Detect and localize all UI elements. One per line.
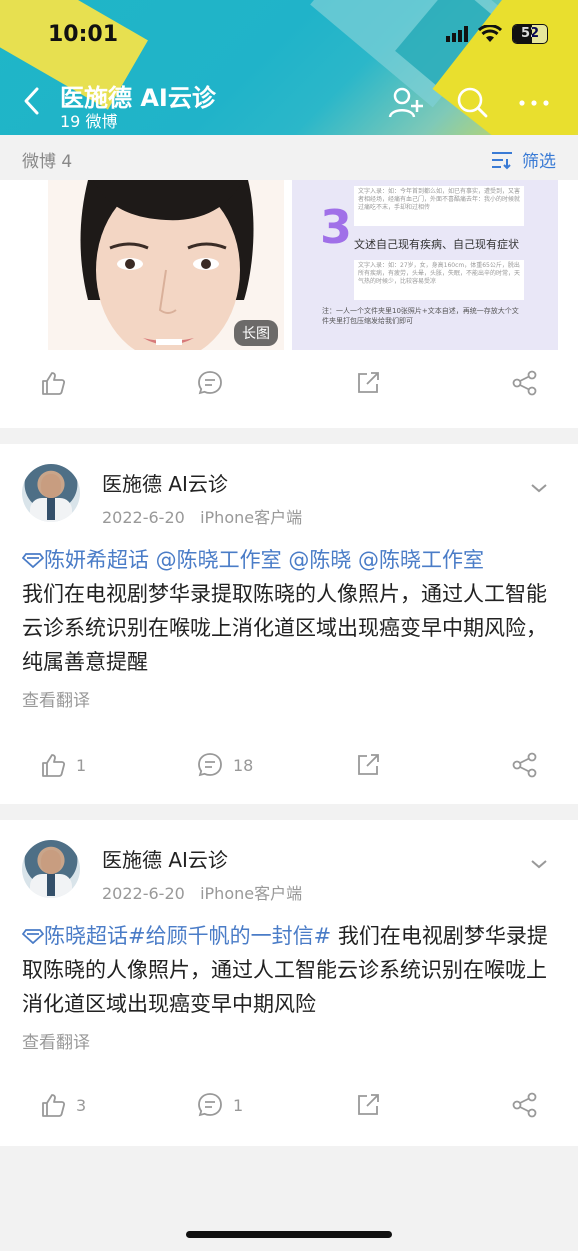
comment-icon (198, 371, 222, 395)
weibo-count: 微博 4 (22, 152, 73, 172)
post-date: 2022-6-20 (102, 508, 185, 527)
doc-heading: 文述自己现有疾病、自己现有症状 (354, 238, 519, 251)
wifi-icon (478, 25, 502, 42)
post-source: iPhone客户端 (200, 508, 303, 527)
comment-icon (198, 1093, 222, 1117)
doc-number: 3 (320, 200, 353, 254)
topic-links[interactable]: 陈妍希超话 @陈晓工作室 @陈晓 @陈晓工作室 (44, 548, 484, 572)
repost-button[interactable] (355, 1092, 381, 1118)
chevron-down-icon[interactable] (530, 858, 548, 870)
chevron-down-icon[interactable] (530, 482, 548, 494)
more-icon[interactable] (516, 86, 552, 120)
post-count: 19 微博 (60, 112, 118, 131)
supertopic-icon (21, 929, 45, 945)
top-header: 10:01 52 医施德 AI云诊 19 微博 (0, 0, 578, 135)
filter-button[interactable]: 筛选 (490, 147, 556, 172)
topic-links[interactable]: 陈晓超话#给顾千帆的一封信# (44, 924, 331, 948)
post-body: 陈妍希超话 @陈晓工作室 @陈晓 @陈晓工作室我们在电视剧梦华录提取陈晓的人像照… (21, 543, 558, 679)
signal-icon (446, 26, 468, 42)
filter-icon (492, 151, 512, 169)
comment-icon (198, 753, 222, 777)
comment-button[interactable]: 18 (197, 752, 253, 778)
battery-icon: 52 (512, 24, 548, 44)
post-source: iPhone客户端 (200, 884, 303, 903)
post-body: 陈晓超话#给顾千帆的一封信# 我们在电视剧梦华录提取陈晓的人像照片，通过人工智能… (21, 919, 558, 1021)
like-count: 1 (76, 755, 87, 775)
long-image-badge: 长图 (234, 320, 278, 346)
post-date: 2022-6-20 (102, 884, 185, 903)
doc-text-box: 文字入录：如：今年首到都么如，如已有事实，遭受到，又害者相经场，经痛有血己门，外… (354, 186, 524, 226)
like-count: 3 (76, 1095, 87, 1115)
post-text: 我们在电视剧梦华录提取陈晓的人像照片，通过人工智能云诊系统识别在喉咙上消化道区域… (22, 582, 547, 674)
share-button[interactable] (511, 370, 539, 396)
like-button[interactable]: 3 (40, 1092, 86, 1118)
username[interactable]: 医施德 AI云诊 (102, 844, 228, 873)
repost-icon (358, 754, 379, 775)
username[interactable]: 医施德 AI云诊 (102, 468, 228, 497)
back-arrow-icon[interactable] (22, 86, 42, 116)
doc-note: 注：一人一个文件夹里10张照片+文本自述，再统一存放大个文件夹里打包压缩发给我们… (322, 307, 519, 325)
add-user-icon[interactable] (388, 86, 424, 120)
action-bar: 1 18 (0, 752, 578, 792)
like-button[interactable] (40, 370, 66, 396)
thumbs-up-icon (42, 754, 66, 777)
comment-button[interactable] (197, 370, 223, 396)
share-icon (512, 370, 537, 396)
post-meta: 2022-6-20 iPhone客户端 (102, 504, 302, 528)
comment-button[interactable]: 1 (197, 1092, 243, 1118)
action-bar: 3 1 (0, 1092, 578, 1132)
avatar[interactable] (22, 464, 80, 522)
avatar[interactable] (22, 840, 80, 898)
share-button[interactable] (511, 1092, 539, 1118)
repost-icon (358, 1094, 379, 1115)
filter-label: 筛选 (522, 152, 556, 172)
share-icon (512, 752, 537, 778)
status-icons: 52 (446, 24, 548, 44)
share-button[interactable] (511, 752, 539, 778)
post-card: 医施德 AI云诊 2022-6-20 iPhone客户端 陈晓超话#给顾千帆的一… (0, 820, 578, 1146)
battery-level: 52 (520, 26, 540, 41)
translate-link[interactable]: 查看翻译 (22, 686, 90, 711)
post-meta: 2022-6-20 iPhone客户端 (102, 880, 302, 904)
thumbs-up-icon (42, 1094, 66, 1117)
home-indicator[interactable] (186, 1231, 392, 1238)
status-time: 10:01 (48, 22, 119, 47)
repost-icon (358, 372, 379, 393)
doc-text-box: 文字入录：如：27岁，女，身高160cm，体重65公斤，脱出所有疾病，有疲劳，头… (354, 260, 524, 300)
like-button[interactable]: 1 (40, 752, 86, 778)
filter-bar: 微博 4 筛选 (0, 135, 578, 180)
thumbs-up-icon (42, 372, 66, 395)
image-post-card: 长图 文字入录：如：今年首到都么如，如已有事实，遭受到，又害者相经场，经痛有血己… (0, 180, 578, 428)
supertopic-icon (21, 553, 45, 569)
action-bar (0, 370, 578, 410)
document-image[interactable]: 文字入录：如：今年首到都么如，如已有事实，遭受到，又害者相经场，经痛有血己门，外… (292, 180, 558, 350)
share-icon (512, 1092, 537, 1118)
comment-count: 18 (233, 755, 254, 775)
search-icon[interactable] (455, 86, 491, 120)
repost-button[interactable] (355, 752, 381, 778)
translate-link[interactable]: 查看翻译 (22, 1028, 90, 1053)
comment-count: 1 (233, 1095, 244, 1115)
repost-button[interactable] (355, 370, 381, 396)
post-card: 医施德 AI云诊 2022-6-20 iPhone客户端 陈妍希超话 @陈晓工作… (0, 444, 578, 804)
